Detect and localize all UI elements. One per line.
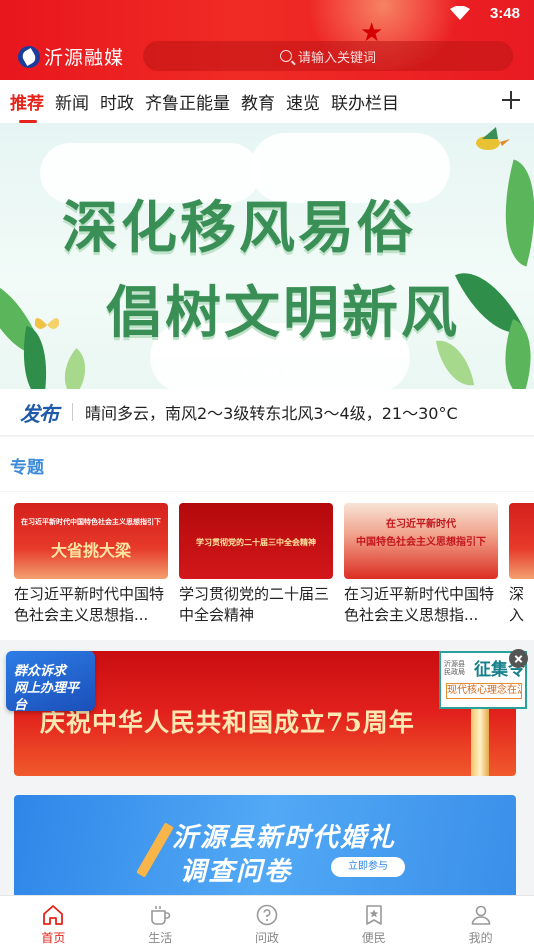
app-name: 沂源融媒	[44, 47, 125, 69]
tab-qilu-positive-energy[interactable]: 齐鲁正能量	[145, 89, 230, 114]
tab-quick-view[interactable]: 速览	[286, 89, 320, 114]
bird-icon	[476, 127, 510, 150]
wifi-icon	[450, 6, 470, 20]
topic-card-image-caption: 在习近平新时代	[386, 519, 456, 530]
topic-card-title: 在习近平新时代中国特色社会主义思想指...	[344, 585, 495, 624]
weather-source-logo: 发布	[20, 401, 59, 426]
nav-mine[interactable]: 我的	[427, 896, 534, 949]
nav-inquiry[interactable]: 问政	[214, 896, 321, 949]
logo-mark-icon	[18, 45, 40, 68]
carousel-dot[interactable]	[264, 370, 269, 375]
participate-button[interactable]: 立即参与	[331, 857, 405, 877]
search-bar[interactable]: 请输入关键词	[143, 41, 513, 71]
petition-platform-float[interactable]: 群众诉求 网上办理平台	[6, 651, 95, 713]
tab-politics[interactable]: 时政	[100, 89, 134, 114]
topics-carousel: 在习近平新时代中国特色社会主义思想指引下 大省挑大梁 在习近平新时代中国特色社会…	[0, 492, 534, 640]
header: ★ 3:48 沂源融媒 请输入关键词	[0, 0, 534, 80]
petition-platform-text: 群众诉求 网上办理平台	[14, 664, 80, 713]
leaf-decoration	[489, 318, 534, 389]
topic-card-title: 深入的二	[509, 585, 525, 624]
butterfly-icon	[34, 318, 60, 329]
tab-news[interactable]: 新闻	[55, 89, 89, 114]
nav-inquiry-label: 问政	[254, 931, 279, 945]
wedding-survey-banner[interactable]: 沂源县新时代婚礼 调查问卷 立即参与	[14, 795, 516, 895]
nav-life-label: 生活	[148, 931, 173, 945]
divider	[72, 403, 73, 421]
app-logo: 沂源融媒	[18, 43, 124, 70]
topics-title: 专题	[10, 458, 44, 478]
topic-card-image: 学习贯彻党的二十届三中全会精神	[179, 503, 333, 579]
topic-card-image-caption: 中国特色社会主义思想指引下	[356, 537, 486, 548]
nav-mine-label: 我的	[468, 931, 493, 945]
weather-bar[interactable]: 发布 晴间多云，南风2～3级转东北风3～4级，21～30°C	[0, 389, 534, 436]
banner-headline-2: 倡树文明新风	[106, 281, 460, 346]
topic-card[interactable]: 深入的二	[509, 503, 534, 626]
topic-card-image: 在习近平新时代中国特色社会主义思想指引下 大省挑大梁	[14, 503, 168, 579]
tab-joint-column[interactable]: 联办栏目	[331, 89, 399, 114]
close-icon[interactable]	[509, 649, 528, 668]
nav-life[interactable]: 生活	[107, 896, 214, 949]
leaf-decoration	[50, 348, 100, 389]
topics-header: 专题	[0, 437, 534, 491]
cup-icon	[151, 906, 171, 925]
home-icon	[43, 905, 64, 925]
leaf-decoration	[487, 159, 534, 267]
carousel-dot[interactable]	[274, 370, 279, 375]
banner-carousel[interactable]: 深化移风易俗 倡树文明新风	[0, 123, 534, 389]
topic-card-title: 学习贯彻党的二十届三中全会精神	[179, 585, 330, 624]
bottom-navigation: 首页 生活 问政 便民 我的	[0, 895, 534, 949]
call-for-submissions-org: 沂源县 民政局	[444, 660, 465, 676]
call-for-submissions-subtitle: 现代核心理念在沂源	[446, 683, 522, 699]
topic-card-title: 在习近平新时代中国特色社会主义思想指...	[14, 585, 165, 624]
star-bookmark-icon	[365, 905, 382, 925]
nav-home[interactable]: 首页	[0, 896, 107, 949]
pen-icon	[136, 822, 174, 878]
topic-card-image-caption: 学习贯彻党的二十届三中全会精神	[196, 538, 316, 547]
topic-card-image-caption: 在习近平新时代中国特色社会主义思想指引下	[21, 518, 161, 526]
wedding-survey-title-1: 沂源县新时代婚礼	[172, 823, 397, 853]
carousel-dot[interactable]	[254, 370, 259, 375]
topic-card[interactable]: 在习近平新时代中国特色社会主义思想指引下 大省挑大梁 在习近平新时代中国特色社会…	[14, 503, 168, 626]
search-placeholder: 请输入关键词	[297, 50, 376, 66]
carousel-dot[interactable]	[284, 370, 289, 375]
status-time: 3:48	[489, 5, 520, 22]
topic-card[interactable]: 在习近平新时代 中国特色社会主义思想指引下 在习近平新时代中国特色社会主义思想指…	[344, 503, 498, 626]
question-icon	[256, 904, 278, 926]
nav-convenience-label: 便民	[361, 931, 386, 945]
tab-education[interactable]: 教育	[241, 89, 275, 114]
weather-forecast: 晴间多云，南风2～3级转东北风3～4级，21～30°C	[85, 404, 458, 423]
carousel-dots	[243, 370, 289, 375]
add-tab-icon[interactable]	[500, 89, 522, 111]
topic-card-image: 在习近平新时代 中国特色社会主义思想指引下	[344, 503, 498, 579]
topic-card-image	[509, 503, 534, 579]
category-tabs: 推荐 新闻 时政 齐鲁正能量 教育 速览 联办栏目	[0, 80, 534, 123]
search-icon	[279, 50, 292, 62]
tab-recommend[interactable]: 推荐	[10, 89, 44, 123]
topic-card-image-caption: 大省挑大梁	[50, 541, 131, 560]
user-icon	[471, 905, 490, 925]
app-screen: ★ 3:48 沂源融媒 请输入关键词 推荐 新闻 时政 齐鲁正能量 教育 速览 …	[0, 0, 534, 949]
nav-home-label: 首页	[41, 931, 66, 945]
topic-card[interactable]: 学习贯彻党的二十届三中全会精神 学习贯彻党的二十届三中全会精神	[179, 503, 333, 626]
banner-headline-1: 深化移风易俗	[62, 196, 416, 261]
nav-convenience[interactable]: 便民	[320, 896, 427, 949]
wedding-survey-title-2: 调查问卷	[180, 857, 293, 887]
carousel-dot[interactable]	[243, 370, 249, 375]
anniversary-banner-text: 庆祝中华人民共和国成立75周年	[40, 708, 415, 737]
